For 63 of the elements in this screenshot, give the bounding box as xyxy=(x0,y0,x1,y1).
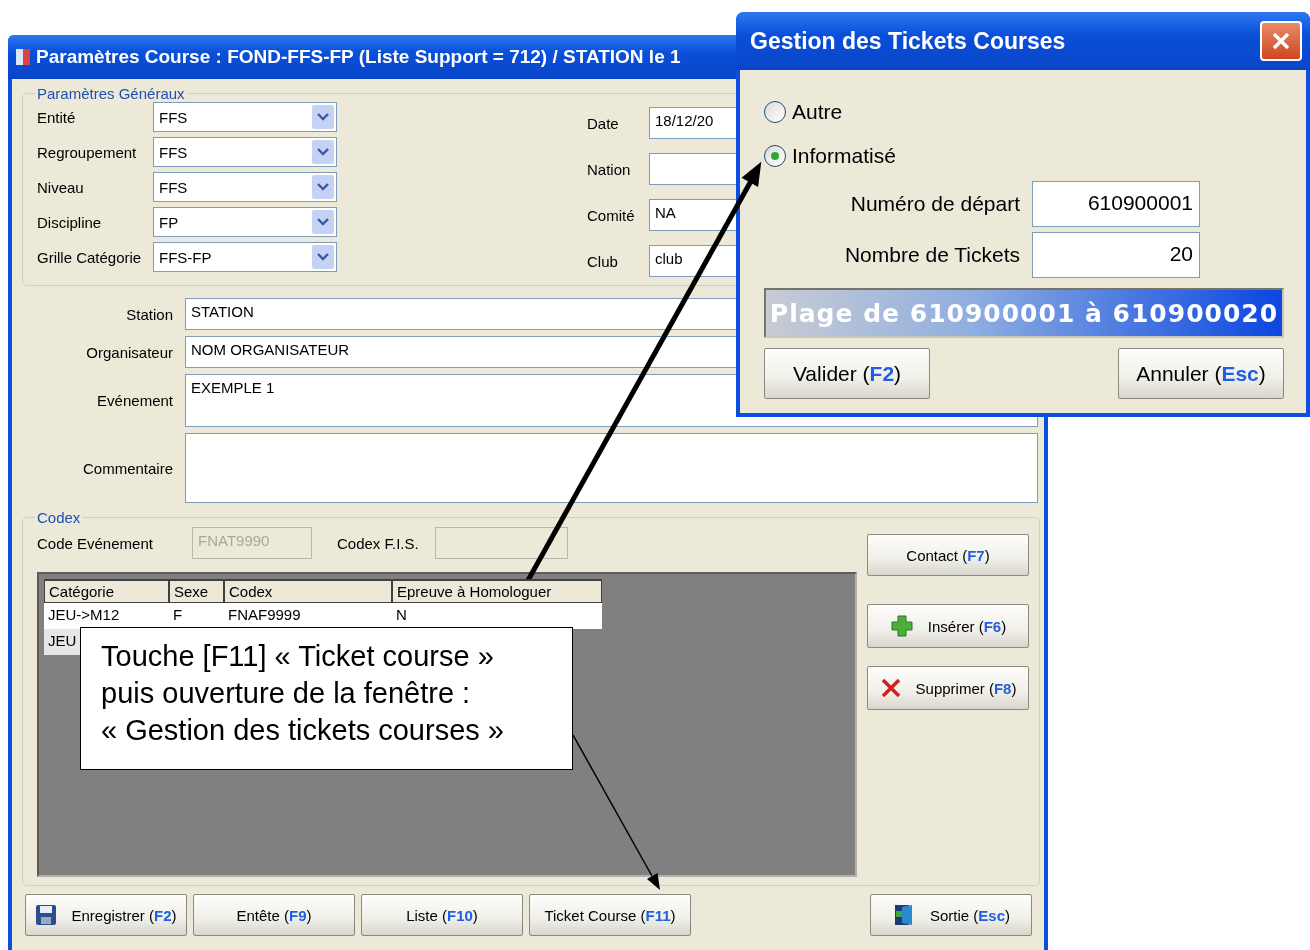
action-button[interactable]: Enregistrer (F2) xyxy=(25,894,187,936)
window-title: Paramètres Course : FOND-FFS-FP (Liste Support = 712) / STATION le 1 xyxy=(36,46,681,68)
table-cell: FNAF9999 xyxy=(224,603,392,629)
chevron-down-icon[interactable] xyxy=(312,140,334,164)
action-button[interactable]: Entête (F9) xyxy=(193,894,355,936)
radio-option[interactable]: Autre xyxy=(764,90,843,134)
chevron-down-icon[interactable] xyxy=(312,105,334,129)
action-button[interactable]: Supprimer (F8) xyxy=(867,666,1029,710)
column-header[interactable]: Catégorie xyxy=(44,579,169,603)
close-button[interactable] xyxy=(1260,21,1302,61)
field-label: Niveau xyxy=(37,178,85,196)
chevron-down-icon[interactable] xyxy=(312,210,334,234)
dialog-button[interactable]: Valider (F2) xyxy=(764,348,930,399)
text-field[interactable] xyxy=(434,527,568,559)
field-label: Nation xyxy=(587,160,632,178)
number-field[interactable]: 610900001 xyxy=(1032,180,1200,227)
table-cell: F xyxy=(169,603,224,629)
text-field[interactable] xyxy=(185,433,1038,503)
field-label: Comité xyxy=(587,206,636,224)
dialog-title: Gestion des Tickets Courses xyxy=(750,27,1066,55)
action-button[interactable]: Contact (F7) xyxy=(867,534,1029,576)
column-header[interactable]: Codex xyxy=(224,579,392,603)
dropdown-field[interactable]: FFS xyxy=(153,102,337,132)
field-label: Commentaire xyxy=(81,459,174,477)
column-header[interactable]: Sexe xyxy=(169,579,224,603)
chevron-down-icon[interactable] xyxy=(312,245,334,269)
field-label: Grille Catégorie xyxy=(37,248,143,266)
field-label: Date xyxy=(587,114,620,132)
field-label: Club xyxy=(587,252,619,270)
action-button[interactable]: Sortie (Esc) xyxy=(870,894,1032,936)
dropdown-field[interactable]: FFS xyxy=(153,172,337,202)
dropdown-field[interactable]: FFS-FP xyxy=(153,242,337,272)
chevron-down-icon[interactable] xyxy=(312,175,334,199)
radio-button[interactable] xyxy=(764,101,786,123)
field-label: Discipline xyxy=(37,213,103,231)
radio-button[interactable] xyxy=(764,145,786,167)
action-button[interactable]: Liste (F10) xyxy=(361,894,523,936)
dropdown-field[interactable]: FP xyxy=(153,207,337,237)
column-header[interactable]: Epreuve à Homologuer xyxy=(392,579,602,603)
field-label: Evénement xyxy=(96,392,174,409)
dialog-button[interactable]: Annuler (Esc) xyxy=(1118,348,1284,399)
plus-icon xyxy=(889,614,914,638)
close-icon[interactable] xyxy=(1270,30,1292,52)
cross-icon xyxy=(879,677,902,699)
action-button[interactable]: Ticket Course (F11) xyxy=(529,894,691,936)
dropdown-field[interactable]: FFS xyxy=(153,137,337,167)
range-banner: Plage de 610900001 à 610900020 xyxy=(764,288,1284,338)
group-legend: Paramètres Généraux xyxy=(35,85,187,102)
field-label: Numéro de départ xyxy=(850,191,1020,216)
field-label: Station xyxy=(125,305,174,323)
field-label: Entité xyxy=(37,108,77,126)
number-field[interactable]: 20 xyxy=(1032,231,1200,278)
field-label: Nombre de Tickets xyxy=(844,242,1020,267)
group-legend: Codex xyxy=(35,509,83,526)
field-label: Codex F.I.S. xyxy=(336,534,420,552)
field-label: Regroupement xyxy=(37,143,138,161)
field-label: Organisateur xyxy=(85,343,174,361)
radio-option[interactable]: Informatisé xyxy=(764,134,896,178)
field-label: Code Evénement xyxy=(37,534,154,552)
action-button[interactable]: Insérer (F6) xyxy=(867,604,1029,648)
table-cell: N xyxy=(392,603,602,629)
app-icon xyxy=(16,49,30,65)
table-cell: JEU->M12 xyxy=(44,603,169,629)
